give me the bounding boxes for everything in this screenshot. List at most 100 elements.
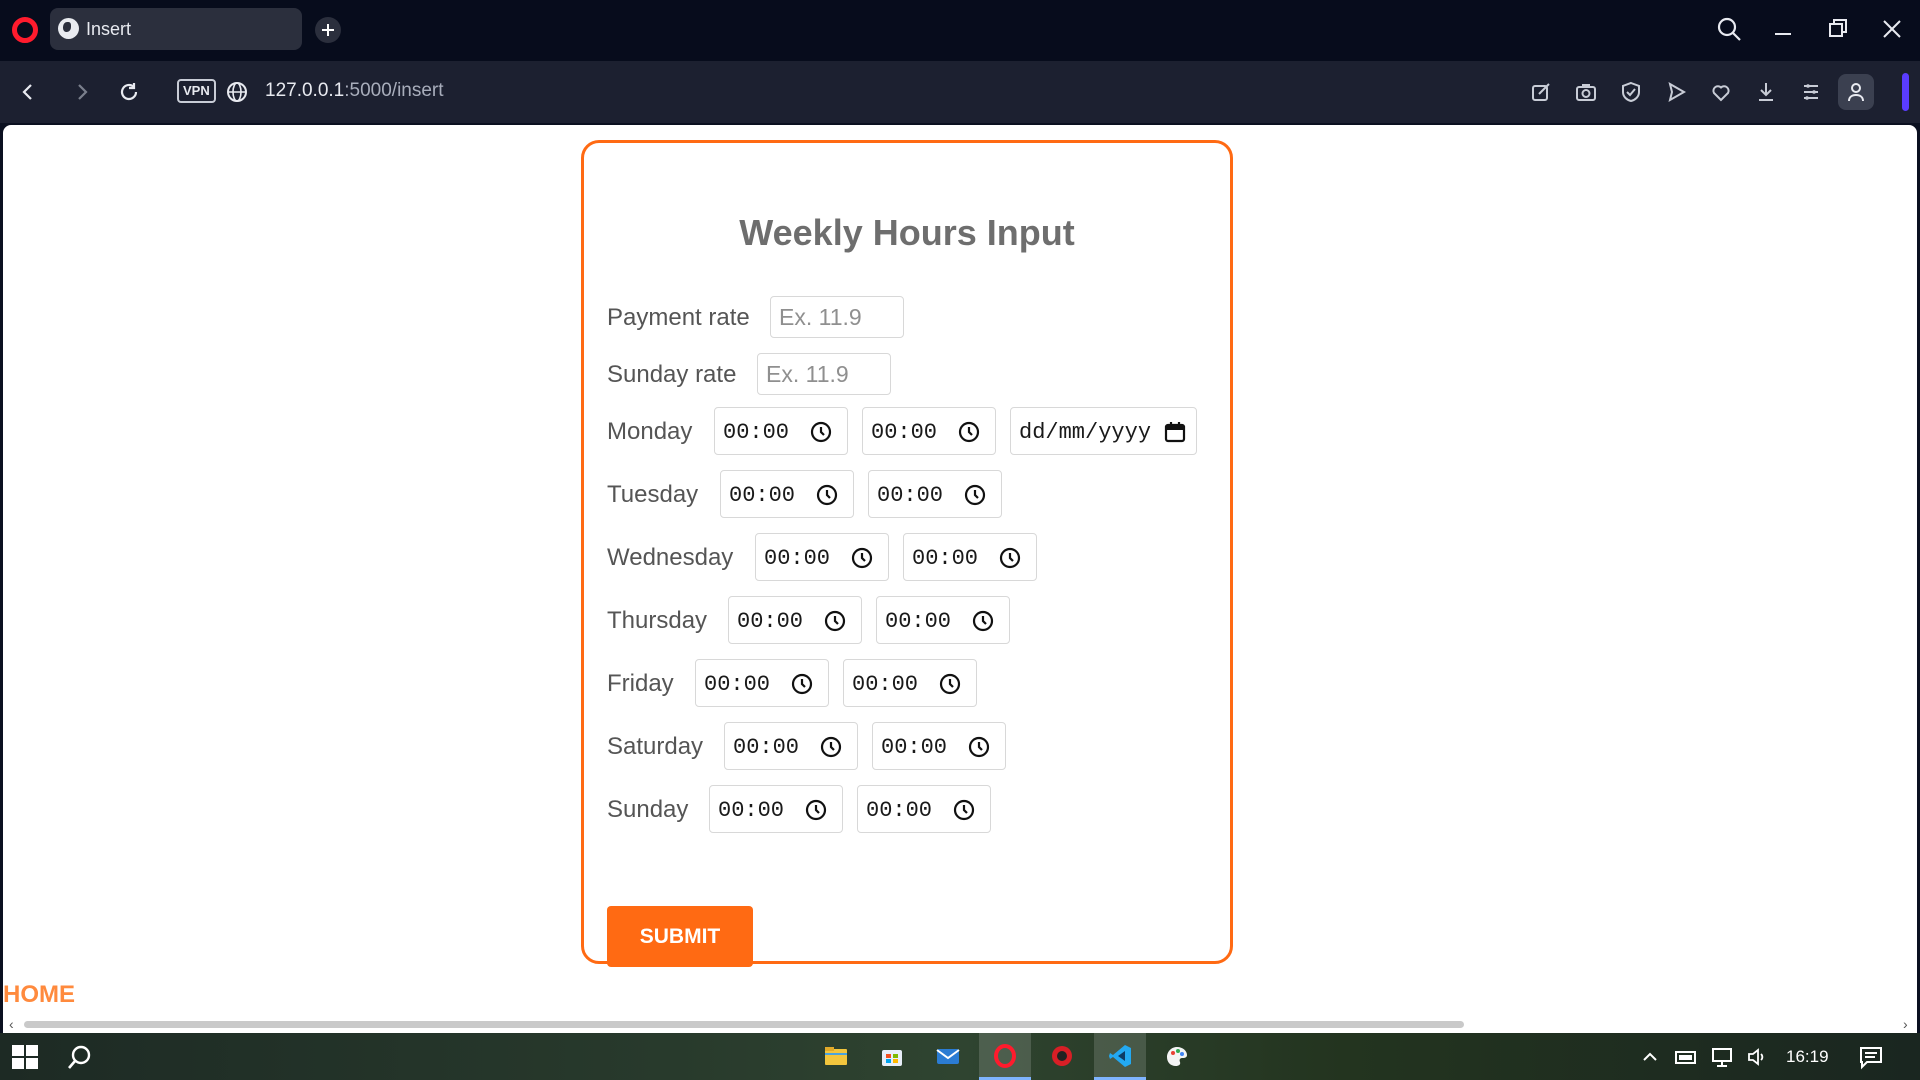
clock-icon[interactable] [823, 609, 847, 633]
sunday-rate-input[interactable] [757, 353, 891, 395]
sidebar-toggle[interactable] [1902, 73, 1909, 111]
profile-button[interactable] [1838, 74, 1874, 110]
address-field[interactable]: 127.0.0.1:5000/insert [265, 80, 444, 102]
app-icon[interactable] [1036, 1033, 1088, 1080]
download-icon[interactable] [1751, 77, 1781, 107]
calendar-icon[interactable] [1164, 420, 1186, 444]
network-icon[interactable] [1710, 1045, 1734, 1069]
end-time-input[interactable]: 00:00 [857, 785, 991, 833]
end-time-input[interactable]: 00:00 [868, 470, 1002, 518]
day-label: Thursday [607, 607, 708, 634]
mail-icon[interactable] [922, 1033, 974, 1080]
edit-icon[interactable] [1526, 77, 1556, 107]
vpn-badge[interactable]: VPN [177, 79, 216, 103]
start-time-input[interactable]: 00:00 [728, 596, 862, 644]
time-value: 00:00 [737, 609, 804, 634]
paint-icon[interactable] [1151, 1033, 1203, 1080]
file-explorer-icon[interactable] [810, 1033, 862, 1080]
globe-icon [58, 18, 79, 39]
end-time-input[interactable]: 00:00 [872, 722, 1006, 770]
time-value: 00:00 [912, 546, 979, 571]
send-icon[interactable] [1661, 77, 1691, 107]
end-time-input[interactable]: 00:00 [843, 659, 977, 707]
notification-icon[interactable] [1858, 1044, 1884, 1070]
clock-icon[interactable] [809, 420, 833, 444]
time-value: 00:00 [885, 609, 952, 634]
time-value: 00:00 [723, 420, 790, 445]
url-path: :5000/insert [344, 80, 444, 101]
clock-icon[interactable] [938, 672, 962, 696]
start-time-input[interactable]: 00:00 [720, 470, 854, 518]
minimize-icon[interactable] [1768, 14, 1798, 44]
start-time-input[interactable]: 00:00 [714, 407, 848, 455]
profile-icon [1848, 83, 1864, 102]
start-time-input[interactable]: 00:00 [709, 785, 843, 833]
windows-taskbar: 16:19 [0, 1033, 1920, 1080]
day-label: Monday [607, 418, 693, 445]
day-label: Friday [607, 670, 674, 697]
close-icon[interactable] [1877, 14, 1907, 44]
opera-icon[interactable] [979, 1033, 1031, 1080]
globe-icon[interactable] [224, 79, 250, 105]
scroll-left-icon[interactable]: ‹ [9, 1016, 14, 1032]
end-time-input[interactable]: 00:00 [903, 533, 1037, 581]
start-time-input[interactable]: 00:00 [755, 533, 889, 581]
clock-icon[interactable] [819, 735, 843, 759]
browser-tab-insert[interactable]: Insert [50, 8, 302, 50]
home-link[interactable]: HOME [3, 981, 75, 1009]
payment-rate-input[interactable] [770, 296, 904, 338]
windows-start-icon[interactable] [12, 1045, 38, 1069]
start-time-input[interactable]: 00:00 [724, 722, 858, 770]
horizontal-scrollbar[interactable]: ‹ › [3, 1015, 1917, 1033]
day-label: Saturday [607, 733, 704, 760]
page-viewport: Weekly Hours Input Payment rate Sunday r… [3, 125, 1917, 1033]
volume-icon[interactable] [1745, 1045, 1769, 1069]
forward-icon[interactable] [67, 77, 97, 107]
submit-button[interactable]: SUBMIT [607, 906, 753, 967]
end-time-input[interactable]: 00:00 [876, 596, 1010, 644]
clock-icon[interactable] [790, 672, 814, 696]
browser-toolbar: VPN 127.0.0.1:5000/insert [0, 61, 1920, 123]
time-value: 00:00 [866, 798, 933, 823]
chevron-up-icon[interactable] [1638, 1045, 1662, 1069]
url-host: 127.0.0.1 [265, 80, 345, 101]
form-title: Weekly Hours Input [739, 212, 1075, 253]
clock-icon[interactable] [804, 798, 828, 822]
clock-icon[interactable] [815, 483, 839, 507]
shield-icon[interactable] [1616, 77, 1646, 107]
new-tab-button[interactable] [315, 17, 341, 43]
scrollbar-thumb[interactable] [24, 1021, 1464, 1028]
battery-icon[interactable] [1674, 1045, 1698, 1069]
opera-logo-icon[interactable] [12, 17, 38, 43]
camera-icon[interactable] [1571, 77, 1601, 107]
clock-icon[interactable] [850, 546, 874, 570]
clock-icon[interactable] [998, 546, 1022, 570]
clock-icon[interactable] [967, 735, 991, 759]
heart-icon[interactable] [1706, 77, 1736, 107]
reload-icon[interactable] [114, 77, 144, 107]
start-time-input[interactable]: 00:00 [695, 659, 829, 707]
day-label: Tuesday [607, 481, 699, 508]
sunday-rate-label: Sunday rate [607, 361, 737, 388]
vscode-icon[interactable] [1094, 1033, 1146, 1080]
time-value: 00:00 [729, 483, 796, 508]
search-icon[interactable] [66, 1043, 94, 1071]
day-label: Sunday [607, 796, 689, 823]
payment-rate-label: Payment rate [607, 304, 750, 331]
taskbar-clock[interactable]: 16:19 [1786, 1047, 1829, 1067]
clock-icon[interactable] [952, 798, 976, 822]
end-time-input[interactable]: 00:00 [862, 407, 996, 455]
restore-icon[interactable] [1823, 14, 1853, 44]
date-input[interactable]: dd/mm/yyyy [1010, 407, 1197, 455]
time-value: 00:00 [881, 735, 948, 760]
clock-icon[interactable] [963, 483, 987, 507]
scroll-right-icon[interactable]: › [1903, 1016, 1908, 1032]
clock-icon[interactable] [971, 609, 995, 633]
store-icon[interactable] [866, 1033, 918, 1080]
search-icon[interactable] [1714, 14, 1744, 44]
menu-icon[interactable] [1796, 77, 1826, 107]
back-icon[interactable] [13, 77, 43, 107]
clock-icon[interactable] [957, 420, 981, 444]
time-value: 00:00 [852, 672, 919, 697]
tab-title: Insert [86, 19, 132, 39]
